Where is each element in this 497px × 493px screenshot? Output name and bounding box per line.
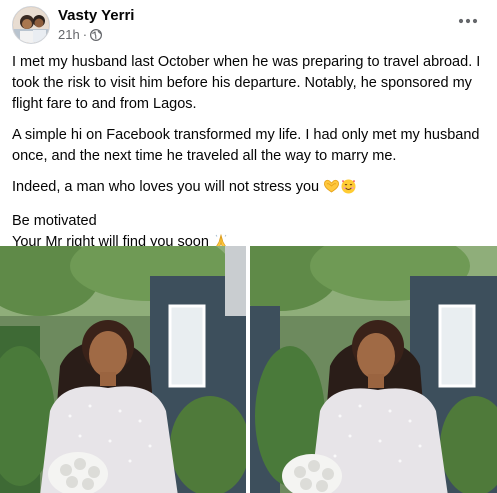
post-meta: 21h · xyxy=(58,27,103,42)
post-paragraph-text: Indeed, a man who loves you will not str… xyxy=(12,179,320,195)
post-paragraph: I met my husband last October when he wa… xyxy=(12,54,481,112)
post-paragraph: Be motivated xyxy=(12,213,97,229)
smiling-face-with-hearts-emoji xyxy=(340,178,357,201)
post-timestamp[interactable]: 21h xyxy=(58,27,80,42)
post-paragraph: Indeed, a man who loves you will not str… xyxy=(12,177,490,201)
post-paragraph: A simple hi on Facebook transformed my l… xyxy=(12,127,480,164)
avatar[interactable] xyxy=(12,6,50,44)
more-options-icon[interactable] xyxy=(453,10,483,32)
meta-separator: · xyxy=(82,27,88,42)
heart-hands-emoji xyxy=(323,178,340,201)
bride-photo-left[interactable] xyxy=(0,246,246,493)
post-header: Vasty Yerri 21h · xyxy=(12,6,485,44)
bride-photo-right[interactable] xyxy=(250,246,497,493)
photo-grid xyxy=(0,246,497,493)
author-name[interactable]: Vasty Yerri xyxy=(58,7,134,24)
post-text: I met my husband last October when he wa… xyxy=(12,52,490,266)
globe-icon[interactable] xyxy=(90,28,103,41)
